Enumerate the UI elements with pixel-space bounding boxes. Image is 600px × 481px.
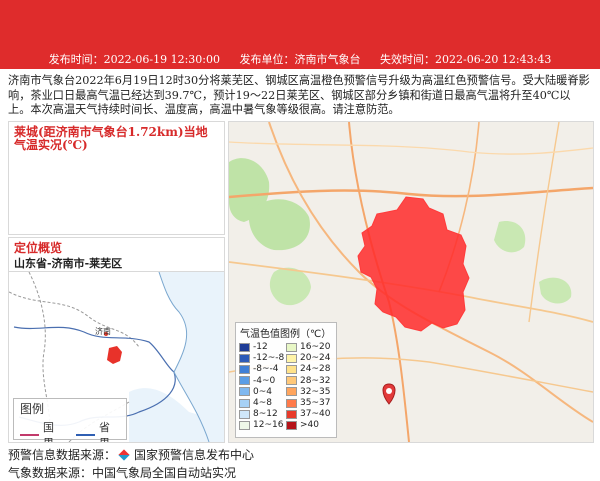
alert-meta-bar: 发布时间：2022-06-19 12:30:00 发布单位：济南市气象台 失效时… (0, 50, 600, 69)
legend-swatch (239, 376, 250, 386)
warning-source-label: 预警信息数据来源： (8, 448, 117, 462)
provincial-border-swatch (76, 434, 96, 436)
legend-item: 28~32 (286, 376, 333, 386)
legend-swatch (239, 398, 250, 408)
legend-swatch (286, 342, 297, 352)
weather-data-source: 气象数据来源：中国气象局全国自动站实况 (8, 466, 237, 480)
legend-label: 35~37 (300, 398, 331, 409)
legend-label: -12 (253, 342, 268, 353)
legend-swatch (286, 376, 297, 386)
temperature-legend: 气温色值图例（℃） -12 16~20 -12~-8 20~24 -8~-4 24~28-… (235, 322, 337, 438)
legend-item: -8~-4 (239, 364, 286, 374)
legend-swatch (239, 387, 250, 397)
legend-label: 4~8 (253, 398, 272, 409)
publish-time: 发布时间：2022-06-19 12:30:00 (48, 53, 220, 66)
warning-area-map[interactable]: 气温色值图例（℃） -12 16~20 -12~-8 20~24 -8~-4 24~28-… (228, 121, 594, 443)
publisher: 发布单位：济南市气象台 (239, 53, 361, 66)
legend-item: 35~37 (286, 398, 333, 408)
legend-label: -8~-4 (253, 364, 279, 375)
location-panel: 定位概览 山东省-济南市-莱芜区 (8, 237, 225, 272)
temperature-panel: 莱城(距济南市气象台1.72km)当地气温实况(℃) (8, 121, 225, 235)
expire-time: 失效时间：2022-06-20 12:43:43 (380, 53, 552, 66)
legend-label: 12~16 (253, 420, 284, 431)
legend-item: -12~-8 (239, 353, 286, 363)
legend-swatch (239, 420, 250, 430)
temperature-panel-title: 莱城(距济南市气象台1.72km)当地气温实况(℃) (14, 125, 208, 152)
legend-item: -4~0 (239, 376, 286, 386)
location-overview-map[interactable]: 济南 图例 国界 省界 (8, 271, 225, 443)
legend-item: 12~16 (239, 420, 286, 430)
provincial-border-label: 省界 (99, 421, 111, 442)
legend-item: -12 (239, 342, 286, 352)
legend-swatch (286, 409, 297, 419)
legend-label: 32~35 (300, 386, 331, 397)
alert-description: 济南市气象台2022年6月19日12时30分将莱芜区、钢城区高温橙色预警信号升级… (8, 74, 590, 117)
legend-item: 37~40 (286, 409, 333, 419)
legend-item: 8~12 (239, 409, 286, 419)
location-path: 山东省-济南市-莱芜区 (14, 257, 123, 270)
legend-swatch (286, 353, 297, 363)
legend-item: 24~28 (286, 364, 333, 374)
warning-source-org[interactable]: 国家预警信息发布中心 (134, 446, 254, 463)
legend-swatch (239, 364, 250, 374)
national-border-label: 国界 (43, 421, 55, 442)
legend-item: 4~8 (239, 398, 286, 408)
legend-swatch (239, 409, 250, 419)
legend-swatch (239, 353, 250, 363)
legend-swatch (239, 342, 250, 352)
header-banner (0, 0, 600, 50)
legend-swatch (286, 364, 297, 374)
temperature-legend-title: 气温色值图例（℃） (240, 329, 332, 340)
warning-source: 预警信息数据来源： 国家预警信息发布中心 (8, 446, 254, 463)
legend-label: 37~40 (300, 409, 331, 420)
legend-label: >40 (300, 420, 319, 431)
legend-label: 16~20 (300, 342, 331, 353)
legend-label: 20~24 (300, 353, 331, 364)
minimap-legend-title: 图例 (20, 402, 45, 416)
legend-item: 20~24 (286, 353, 333, 363)
legend-swatch (286, 387, 297, 397)
national-border-swatch (20, 434, 40, 436)
temperature-legend-grid: -12 16~20 -12~-8 20~24 -8~-4 24~28 -4~0 28~32 0~… (236, 342, 336, 431)
legend-swatch (286, 398, 297, 408)
legend-label: 28~32 (300, 375, 331, 386)
legend-item: >40 (286, 420, 333, 430)
legend-item: 32~35 (286, 387, 333, 397)
legend-item: 0~4 (239, 387, 286, 397)
minimap-city-label: 济南 (95, 326, 111, 336)
legend-label: -12~-8 (253, 353, 285, 364)
legend-row-national: 国界 省界 (14, 418, 126, 442)
nmc-logo-icon (118, 448, 130, 461)
legend-item: 16~20 (286, 342, 333, 352)
legend-label: -4~0 (253, 375, 276, 386)
legend-label: 24~28 (300, 364, 331, 375)
legend-swatch (286, 420, 297, 430)
legend-label: 0~4 (253, 386, 272, 397)
legend-label: 8~12 (253, 409, 278, 420)
minimap-legend: 图例 国界 省界 (13, 398, 127, 442)
location-title: 定位概览 (14, 241, 63, 255)
